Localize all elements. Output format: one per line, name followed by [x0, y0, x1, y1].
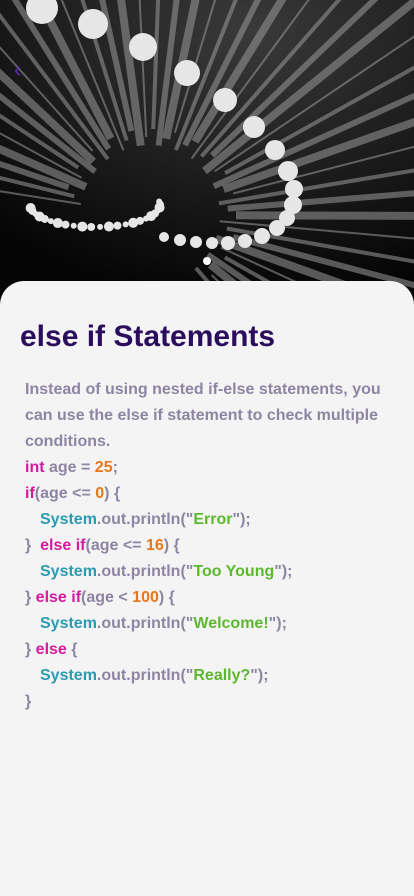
code-line: if(age <= 0) {	[25, 485, 121, 502]
code-line: }	[25, 693, 32, 710]
code-line: System.out.println("Really?");	[40, 667, 269, 684]
code-line: } else if(age <= 16) {	[25, 537, 180, 554]
hero-image: ‹	[0, 0, 414, 300]
code-line: } else {	[25, 641, 78, 658]
code-line: int age = 25;	[25, 459, 118, 476]
code-sample: int age = 25; if(age <= 0) { System.out.…	[25, 455, 395, 715]
code-line: System.out.println("Error");	[40, 511, 251, 528]
lesson-title: else if Statements	[20, 320, 276, 353]
spiral-building-photo	[0, 0, 414, 300]
code-line: System.out.println("Too Young");	[40, 563, 293, 580]
back-chevron-icon[interactable]: ‹	[14, 58, 34, 82]
carousel-indicator	[0, 257, 414, 265]
code-line: System.out.println("Welcome!");	[40, 615, 287, 632]
lesson-description: Instead of using nested if-else statemen…	[25, 381, 381, 450]
code-line: } else if(age < 100) {	[25, 589, 175, 606]
carousel-dot-active[interactable]	[203, 257, 211, 265]
